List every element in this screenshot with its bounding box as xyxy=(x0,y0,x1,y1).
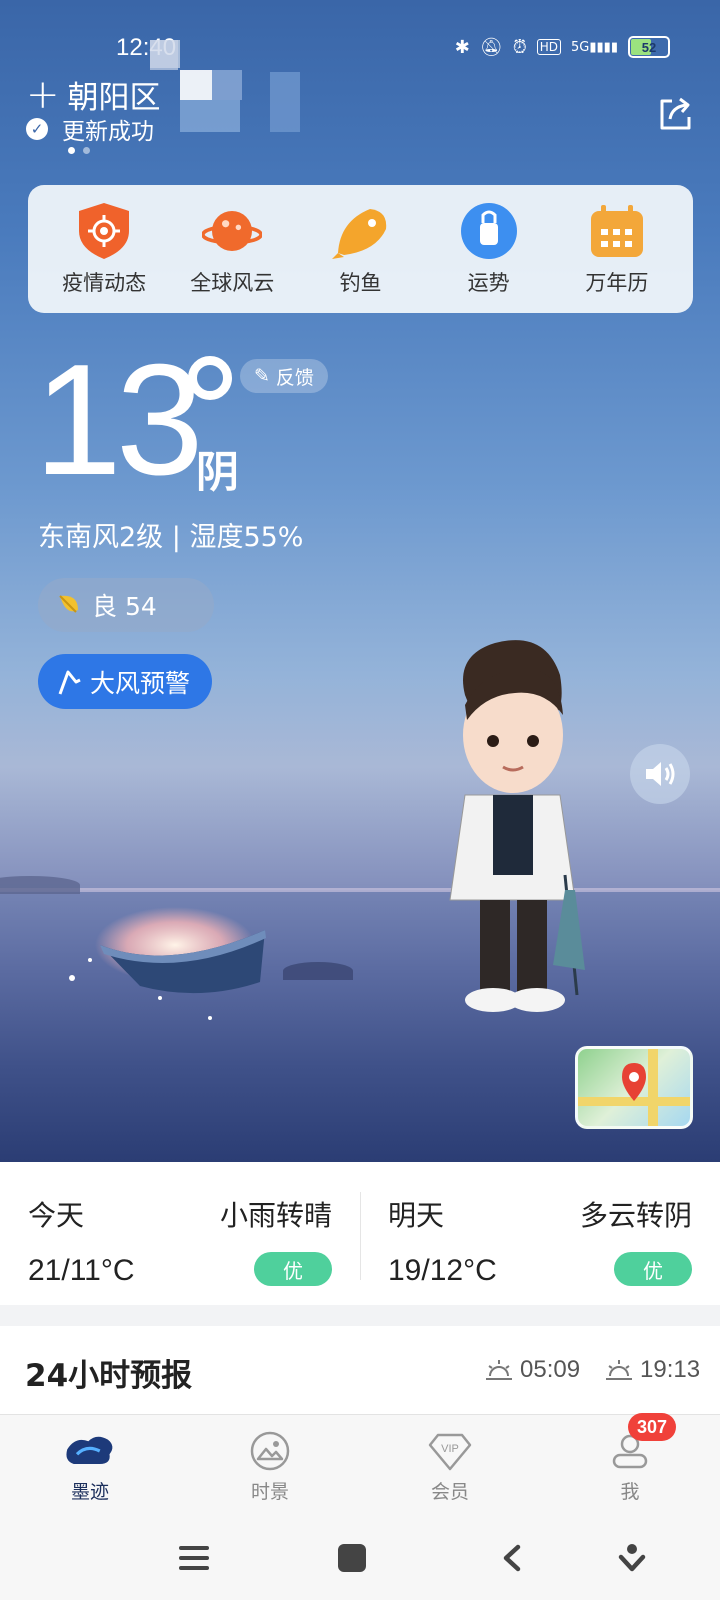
boat-illustration xyxy=(69,907,266,1020)
forecast-desc: 多云转阴 xyxy=(579,1199,692,1232)
current-temperature: 13 xyxy=(34,332,204,508)
forecast-range: 19/12°C xyxy=(388,1254,497,1287)
quick-links-panel: 疫情动态 全球风云 钓鱼 运势 万年历 xyxy=(28,185,693,313)
air-quality-badge: 优 xyxy=(254,1252,332,1286)
forecast-today[interactable]: 今天 小雨转晴 21/11°C 优 xyxy=(0,1162,360,1305)
sunrise: 05:09 xyxy=(484,1356,580,1384)
planet-icon xyxy=(202,201,263,261)
bluetooth-icon: ✱ xyxy=(454,36,470,58)
privacy-blur-c xyxy=(212,70,242,100)
mute-bell-icon: 🔕︎ xyxy=(479,36,503,58)
fish-icon xyxy=(330,201,390,261)
forecast-desc: 小雨转晴 xyxy=(219,1199,332,1232)
island-right xyxy=(283,962,353,980)
wind-humidity: 东南风2级 | 湿度55% xyxy=(38,522,304,553)
menu-icon[interactable] xyxy=(176,1540,212,1576)
speaker-icon xyxy=(646,762,675,786)
city-name[interactable]: 朝阳区 xyxy=(68,72,161,117)
bottom-tab-bar: 墨迹 时景 VIP 会员 我 307 xyxy=(0,1413,720,1517)
privacy-blur-d xyxy=(270,72,300,132)
forecast-day-label: 今天 xyxy=(28,1199,85,1232)
forecast-day-label: 明天 xyxy=(388,1199,445,1232)
privacy-blur-b xyxy=(180,70,212,100)
sunrise-icon xyxy=(486,1360,512,1380)
hourly-title: 24小时预报 xyxy=(25,1358,193,1394)
alarm-icon: ⏰︎ xyxy=(512,36,527,58)
sunset-icon xyxy=(606,1360,632,1380)
wind-alert-button[interactable]: 大风预警 xyxy=(38,654,213,709)
current-condition: 阴 xyxy=(196,448,239,498)
system-navigation-bar xyxy=(0,1516,720,1600)
leaf-icon xyxy=(59,595,78,613)
status-icons: ✱ 🔕︎ ⏰︎ HD 5G▮▮▮▮ 52 xyxy=(455,36,670,58)
moji-logo-icon xyxy=(64,1427,116,1475)
wind-alert-icon xyxy=(58,670,81,695)
forecast-tomorrow[interactable]: 明天 多云转阴 19/12°C 优 xyxy=(360,1162,720,1305)
quick-link-global[interactable]: 全球风云 xyxy=(172,201,292,297)
signal-icon: 5G▮▮▮▮ xyxy=(571,39,618,55)
virus-shield-icon xyxy=(74,201,134,261)
location-header[interactable]: + 朝阳区 xyxy=(26,72,161,117)
quick-link-fortune[interactable]: 运势 xyxy=(429,201,549,297)
add-city-icon[interactable]: + xyxy=(26,75,60,115)
voice-broadcast-button[interactable] xyxy=(630,744,690,804)
quick-link-fishing[interactable]: 钓鱼 xyxy=(300,201,420,297)
update-status: ✓ 更新成功 xyxy=(26,112,154,146)
notification-badge: 307 xyxy=(628,1413,676,1441)
aqi-button[interactable]: 良 54 xyxy=(38,578,214,632)
fortune-bottle-icon xyxy=(459,201,519,261)
daily-forecast: 今天 小雨转晴 21/11°C 优 明天 多云转阴 19/12°C 优 xyxy=(0,1162,720,1305)
tab-scenery[interactable]: 时景 xyxy=(180,1415,360,1517)
back-icon[interactable] xyxy=(494,1540,530,1576)
tab-moji[interactable]: 墨迹 xyxy=(0,1415,180,1517)
privacy-blur-e xyxy=(180,100,240,132)
privacy-blur-a xyxy=(150,40,178,70)
feedback-button[interactable]: ✎ 反馈 xyxy=(240,359,328,393)
hourly-forecast-header: 24小时预报 05:09 19:13 xyxy=(0,1326,720,1414)
calendar-icon xyxy=(587,201,647,261)
forecast-range: 21/11°C xyxy=(28,1254,135,1287)
check-icon: ✓ xyxy=(26,118,48,140)
picture-icon xyxy=(244,1427,296,1475)
city-page-indicator xyxy=(68,147,90,154)
quick-link-epidemic[interactable]: 疫情动态 xyxy=(44,201,164,297)
pencil-icon: ✎ xyxy=(254,365,270,387)
weather-map-button[interactable] xyxy=(575,1046,693,1129)
tab-vip[interactable]: VIP 会员 xyxy=(360,1415,540,1517)
sunset: 19:13 xyxy=(604,1356,700,1384)
quick-link-calendar[interactable]: 万年历 xyxy=(557,201,677,297)
avatar-character xyxy=(449,640,585,1012)
map-pin-icon xyxy=(578,1049,690,1126)
air-quality-badge: 优 xyxy=(614,1252,692,1286)
degree-symbol xyxy=(188,356,232,400)
hd-icon: HD xyxy=(536,39,562,55)
tab-me[interactable]: 我 307 xyxy=(540,1413,720,1517)
vip-icon: VIP xyxy=(424,1427,476,1475)
home-icon[interactable] xyxy=(334,1540,370,1576)
battery-icon: 52 xyxy=(628,36,670,58)
collapse-icon[interactable] xyxy=(614,1540,650,1576)
svg-text:VIP: VIP xyxy=(441,1443,459,1455)
share-icon[interactable] xyxy=(656,95,694,133)
